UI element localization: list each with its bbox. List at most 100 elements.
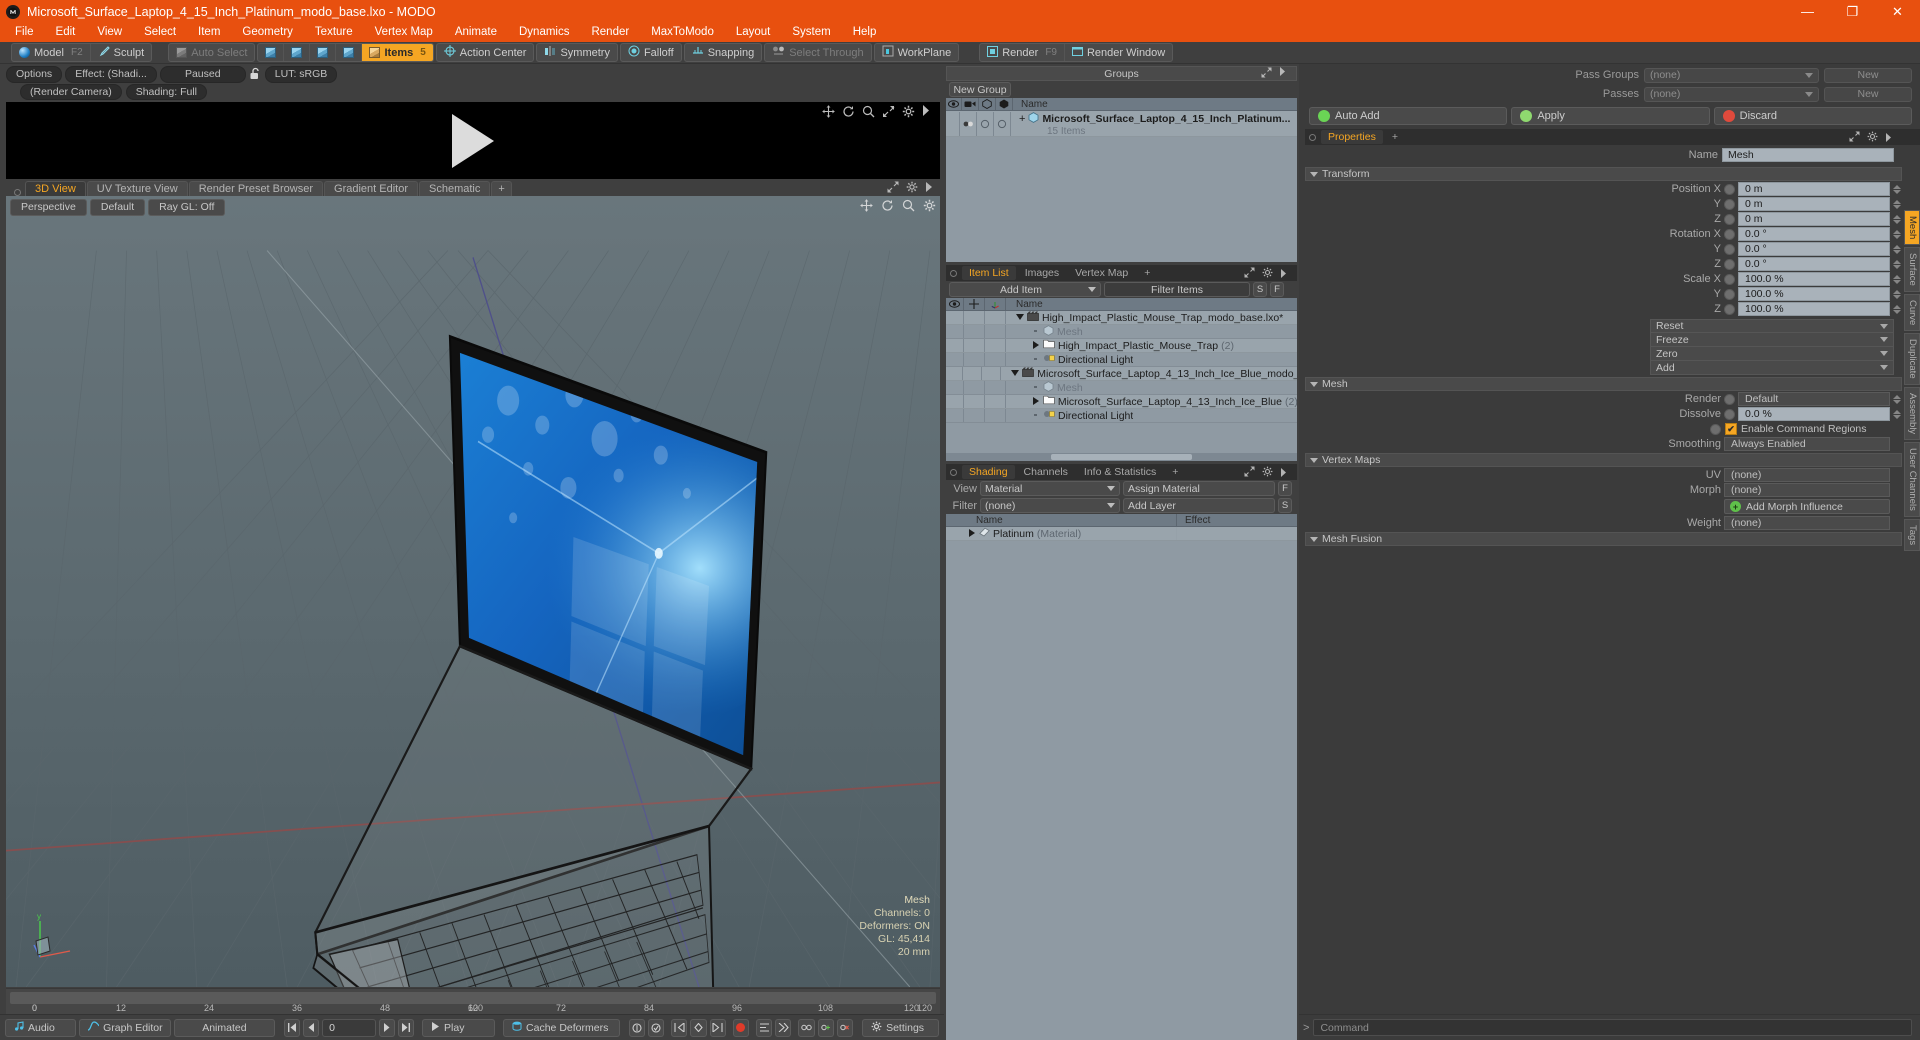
transform-property-value[interactable]: 0.0 ° — [1738, 227, 1890, 241]
vertexmap-weight-value[interactable]: (none) — [1724, 516, 1890, 530]
new-pass-button[interactable]: New — [1824, 86, 1912, 102]
row-camera-toggle[interactable] — [960, 112, 977, 136]
preview-status-button[interactable]: Paused — [159, 65, 246, 83]
transform-property-value[interactable]: 100.0 % — [1738, 302, 1890, 316]
item-list-row[interactable]: Microsoft_Surface_Laptop_4_13_Inch_Ice_B… — [946, 367, 1297, 381]
filter-items-input[interactable]: Filter Items — [1104, 282, 1250, 297]
mode-button-model[interactable]: Model F2 — [12, 44, 91, 61]
vtab-mesh[interactable]: Mesh — [1904, 210, 1920, 246]
add-morph-influence-button[interactable]: + Add Morph Influence — [1724, 499, 1890, 514]
skip-start-icon[interactable] — [283, 1018, 300, 1037]
add-item-dropdown[interactable]: Add Item — [949, 282, 1101, 297]
step-forward-icon[interactable] — [378, 1018, 395, 1037]
transform-section-header[interactable]: Transform — [1305, 167, 1902, 181]
render-preview-image[interactable] — [6, 102, 940, 179]
row-axis-toggle[interactable] — [985, 353, 1006, 366]
tab-images[interactable]: Images — [1018, 266, 1066, 280]
move-icon[interactable] — [964, 298, 985, 310]
transform-property-value[interactable]: 100.0 % — [1738, 272, 1890, 286]
mode-button-render[interactable]: Render F9 — [980, 44, 1065, 61]
minimize-button[interactable]: — — [1785, 0, 1830, 23]
eye-icon[interactable] — [946, 98, 962, 110]
viewport-raygl-button[interactable]: Ray GL: Off — [148, 199, 226, 216]
skip-end-icon[interactable] — [397, 1018, 415, 1037]
record-dot-icon[interactable] — [732, 1018, 749, 1037]
vertexmap-uv-value[interactable]: (none) — [1724, 468, 1890, 482]
row-axis-toggle[interactable] — [985, 395, 1006, 408]
tab-add-button[interactable]: + — [491, 181, 512, 196]
transform-freeze-button[interactable]: Freeze — [1650, 333, 1894, 347]
mode-button-edges[interactable] — [284, 44, 311, 61]
tab-gradient-editor[interactable]: Gradient Editor — [324, 181, 418, 196]
shading-list-row[interactable]: Platinum (Material) — [946, 527, 1297, 541]
shading-filter-dropdown[interactable]: (none) — [980, 498, 1120, 513]
mode-button-auto-select[interactable]: Auto Select — [169, 44, 254, 61]
viewport-default-button[interactable]: Default — [89, 199, 146, 216]
row-visibility-toggle[interactable] — [946, 367, 963, 380]
unlock-icon[interactable] — [249, 67, 262, 81]
preview-effect-button[interactable]: Effect: (Shadi... — [65, 65, 157, 83]
link-del-icon[interactable] — [836, 1018, 854, 1037]
transform-property-value[interactable]: 100.0 % — [1738, 287, 1890, 301]
tab-add-button[interactable]: + — [1165, 465, 1185, 479]
menu-item-geometry[interactable]: Geometry — [231, 23, 304, 42]
transform-property-spinner[interactable] — [1893, 199, 1902, 209]
mesh-smoothing-value[interactable]: Always Enabled — [1724, 437, 1890, 451]
transform-property-knob[interactable] — [1724, 198, 1735, 210]
camera-icon[interactable] — [962, 98, 979, 110]
preview-lut-button[interactable]: LUT: sRGB — [264, 65, 338, 83]
row-visibility-toggle[interactable] — [946, 395, 964, 408]
mode-button-materials[interactable] — [336, 44, 363, 61]
menu-item-texture[interactable]: Texture — [304, 23, 364, 42]
range-end-icon[interactable] — [775, 1018, 792, 1037]
maximize-icon[interactable] — [887, 181, 900, 194]
expander-icon[interactable] — [1016, 312, 1024, 324]
step-back-icon[interactable] — [302, 1018, 320, 1037]
menu-item-animate[interactable]: Animate — [444, 23, 508, 42]
move-icon[interactable] — [822, 105, 835, 118]
graph-editor-button[interactable]: Graph Editor — [79, 1018, 172, 1037]
passes-dropdown[interactable]: (none) — [1644, 86, 1819, 102]
animated-dropdown[interactable]: Animated — [174, 1018, 275, 1037]
cache-deformers-button[interactable]: Cache Deformers — [503, 1018, 620, 1037]
mesh-render-spinner[interactable] — [1893, 394, 1902, 404]
mode-button-workplane[interactable]: WorkPlane — [875, 44, 959, 61]
mode-button-sculpt[interactable]: Sculpt — [91, 44, 152, 61]
transform-property-knob[interactable] — [1724, 213, 1735, 225]
zoom-icon[interactable] — [902, 199, 915, 212]
row-lock-toggle[interactable] — [964, 409, 985, 422]
discard-button[interactable]: Discard — [1713, 107, 1912, 125]
groups-list[interactable]: Name + Microsoft_Surface_Laptop_4_15_Inc… — [946, 98, 1297, 262]
row-lock-toggle[interactable] — [963, 367, 982, 380]
link-add-icon[interactable] — [817, 1018, 834, 1037]
current-frame-input[interactable]: 0 — [322, 1018, 376, 1037]
vtab-user-channels[interactable]: User Channels — [1904, 442, 1920, 517]
row-axis-toggle[interactable] — [982, 367, 1002, 380]
mesh-dissolve-value[interactable]: 0.0 % — [1738, 407, 1890, 421]
expander-icon[interactable] — [1032, 382, 1040, 394]
item-list-s-button[interactable]: S — [1253, 282, 1267, 297]
mode-button-polygons[interactable] — [310, 44, 337, 61]
settings-button[interactable]: Settings — [862, 1018, 939, 1037]
tab-item-list[interactable]: Item List — [962, 266, 1016, 280]
vtab-curve[interactable]: Curve — [1904, 293, 1920, 332]
transform-property-value[interactable]: 0.0 ° — [1738, 242, 1890, 256]
cube-solid-icon[interactable] — [996, 98, 1013, 110]
cube-outline-icon[interactable] — [979, 98, 996, 110]
vertexmap-morph-value[interactable]: (none) — [1724, 483, 1890, 497]
panel-menu-arrow-icon[interactable] — [1279, 67, 1292, 80]
transform-property-value[interactable]: 0 m — [1738, 212, 1890, 226]
item-list-row[interactable]: High_Impact_Plastic_Mouse_Trap_modo_base… — [946, 311, 1297, 325]
transform-zero-button[interactable]: Zero — [1650, 347, 1894, 361]
gear-icon[interactable] — [1867, 131, 1880, 144]
play-arrow-icon[interactable] — [452, 113, 494, 168]
transform-property-spinner[interactable] — [1893, 244, 1902, 254]
shading-view-dropdown[interactable]: Material — [980, 481, 1120, 496]
key-set-icon[interactable] — [690, 1018, 707, 1037]
eye-icon[interactable] — [946, 298, 964, 310]
rotate-icon[interactable] — [881, 199, 894, 212]
gear-icon[interactable] — [906, 181, 919, 194]
preview-shading-button[interactable]: Shading: Full — [125, 84, 207, 100]
panel-menu-arrow-icon[interactable] — [1885, 131, 1898, 144]
transform-property-spinner[interactable] — [1893, 229, 1902, 239]
